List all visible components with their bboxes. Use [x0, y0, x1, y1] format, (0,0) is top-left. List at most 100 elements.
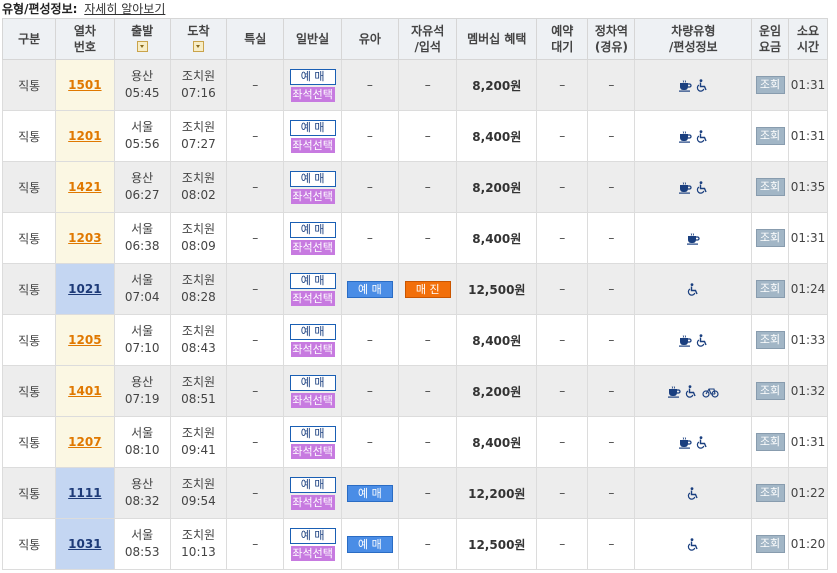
- cell-train-no[interactable]: 1421: [55, 161, 115, 213]
- cell-duration: 01:22: [787, 467, 829, 519]
- cell-train-no[interactable]: 1207: [55, 416, 115, 468]
- train-no-link[interactable]: 1111: [68, 486, 101, 500]
- train-no-link[interactable]: 1207: [68, 435, 101, 449]
- seat-select-button[interactable]: 좌석선택: [290, 545, 335, 561]
- reserve-button[interactable]: 예 매: [289, 221, 336, 238]
- fare-view-button[interactable]: 조회: [755, 433, 785, 451]
- fare-view-button[interactable]: 조회: [755, 280, 785, 298]
- train-no-link[interactable]: 1201: [68, 129, 101, 143]
- seat-select-button[interactable]: 좌석선택: [290, 239, 335, 255]
- sort-dropdown-icon[interactable]: [136, 40, 148, 52]
- cell-type: 직통: [1, 161, 57, 213]
- cell-train-no[interactable]: 1401: [55, 365, 115, 417]
- infant-reserve-button[interactable]: 예 매: [346, 484, 393, 502]
- depart-station: 서울: [131, 273, 154, 287]
- cell-train-no[interactable]: 1021: [55, 263, 115, 315]
- cell-train-no[interactable]: 1111: [55, 467, 115, 519]
- table-row: 직통 1421 용산 06:27 조치원 08:02 – 예 매 좌석선택 – – 8…: [1, 161, 829, 213]
- cafe-icon: [676, 180, 694, 194]
- reserve-button[interactable]: 예 매: [289, 323, 336, 340]
- fare-view-button[interactable]: 조회: [755, 178, 785, 196]
- wheelchair-icon: [685, 537, 702, 551]
- train-no-link[interactable]: 1501: [68, 78, 101, 92]
- reserve-button[interactable]: 예 매: [289, 476, 336, 493]
- cell-arrive: 조치원 10:13: [169, 518, 228, 570]
- reserve-button[interactable]: 예 매: [289, 425, 336, 442]
- train-no-link[interactable]: 1205: [68, 333, 101, 347]
- cell-train-no[interactable]: 1501: [55, 59, 115, 111]
- seat-select-button[interactable]: 좌석선택: [290, 137, 335, 153]
- cell-fare: 조회: [751, 365, 789, 417]
- fare-view-button[interactable]: 조회: [755, 484, 785, 502]
- seat-select-button[interactable]: 좌석선택: [290, 86, 335, 102]
- seat-select-button[interactable]: 좌석선택: [290, 443, 335, 459]
- seat-select-button[interactable]: 좌석선택: [290, 341, 335, 357]
- infant-reserve-button[interactable]: 예 매: [346, 535, 393, 553]
- table-row: 직통 1031 서울 08:53 조치원 10:13 – 예 매 좌석선택 예 매 –…: [1, 518, 829, 570]
- cell-membership: 8,400원: [456, 314, 538, 366]
- dash: –: [252, 486, 259, 500]
- infant-reserve-button[interactable]: 예 매: [346, 280, 393, 298]
- train-no-link[interactable]: 1031: [68, 537, 101, 551]
- fare-view-button[interactable]: 조회: [755, 76, 785, 94]
- dash: –: [252, 384, 259, 398]
- cell-train-no[interactable]: 1205: [55, 314, 115, 366]
- depart-station: 서울: [131, 222, 154, 236]
- dash: –: [366, 384, 373, 398]
- seat-select-button[interactable]: 좌석선택: [290, 290, 335, 306]
- seat-select-button[interactable]: 좌석선택: [290, 494, 335, 510]
- timetable: 구분 열차 번호 출발 도착 특실 일반실 유아 자유석/입석 멤버십 혜택 예약…: [1, 18, 829, 570]
- dash: –: [252, 537, 259, 551]
- cell-fare: 조회: [751, 59, 789, 111]
- fare-view-button[interactable]: 조회: [755, 535, 785, 553]
- dash: –: [559, 180, 566, 194]
- cell-train-no[interactable]: 1031: [55, 518, 115, 570]
- cell-vehicle: [634, 416, 753, 468]
- train-no-link[interactable]: 1401: [68, 384, 101, 398]
- col-membership: 멤버십 혜택: [456, 18, 538, 60]
- reserve-button[interactable]: 예 매: [289, 68, 336, 85]
- wheelchair-icon: [685, 282, 702, 296]
- fare-view-button[interactable]: 조회: [755, 229, 785, 247]
- cell-depart: 용산 06:27: [113, 161, 171, 213]
- cell-general: 예 매 좌석선택: [283, 518, 342, 570]
- cell-vehicle: [634, 518, 753, 570]
- fare-view-button[interactable]: 조회: [755, 382, 785, 400]
- cell-depart: 서울 08:53: [113, 518, 171, 570]
- cell-infant: –: [340, 110, 400, 162]
- seat-select-button[interactable]: 좌석선택: [290, 188, 335, 204]
- reserve-button[interactable]: 예 매: [289, 374, 336, 391]
- cell-fare: 조회: [751, 110, 789, 162]
- reserve-button[interactable]: 예 매: [289, 272, 336, 289]
- fare-view-button[interactable]: 조회: [755, 127, 785, 145]
- dash: –: [608, 129, 615, 143]
- reserve-button[interactable]: 예 매: [289, 170, 336, 187]
- reserve-button[interactable]: 예 매: [289, 527, 336, 544]
- dash: –: [559, 435, 566, 449]
- sort-dropdown-icon[interactable]: [192, 40, 204, 52]
- cell-fare: 조회: [751, 161, 789, 213]
- train-no-link[interactable]: 1421: [68, 180, 101, 194]
- depart-station: 용산: [131, 375, 154, 389]
- dash: –: [559, 384, 566, 398]
- depart-time: 07:10: [124, 341, 160, 355]
- train-no-link[interactable]: 1021: [68, 282, 101, 296]
- cell-stops: –: [587, 518, 636, 570]
- cell-train-no[interactable]: 1201: [55, 110, 115, 162]
- reserve-button[interactable]: 예 매: [289, 119, 336, 136]
- col-arrive[interactable]: 도착: [169, 18, 228, 60]
- cell-free-seat: –: [398, 212, 458, 264]
- arrive-station: 조치원: [181, 222, 216, 236]
- cell-train-no[interactable]: 1203: [55, 212, 115, 264]
- col-depart[interactable]: 출발: [113, 18, 171, 60]
- details-link[interactable]: 자세히 알아보기: [84, 2, 165, 16]
- dash: –: [559, 78, 566, 92]
- cell-stops: –: [587, 314, 636, 366]
- fare-view-button[interactable]: 조회: [755, 331, 785, 349]
- depart-time: 08:53: [124, 545, 160, 559]
- train-no-link[interactable]: 1203: [68, 231, 101, 245]
- cell-type: 직통: [1, 416, 57, 468]
- cell-vehicle: [634, 161, 753, 213]
- seat-select-button[interactable]: 좌석선택: [290, 392, 335, 408]
- col-waiting: 예약 대기: [536, 18, 589, 60]
